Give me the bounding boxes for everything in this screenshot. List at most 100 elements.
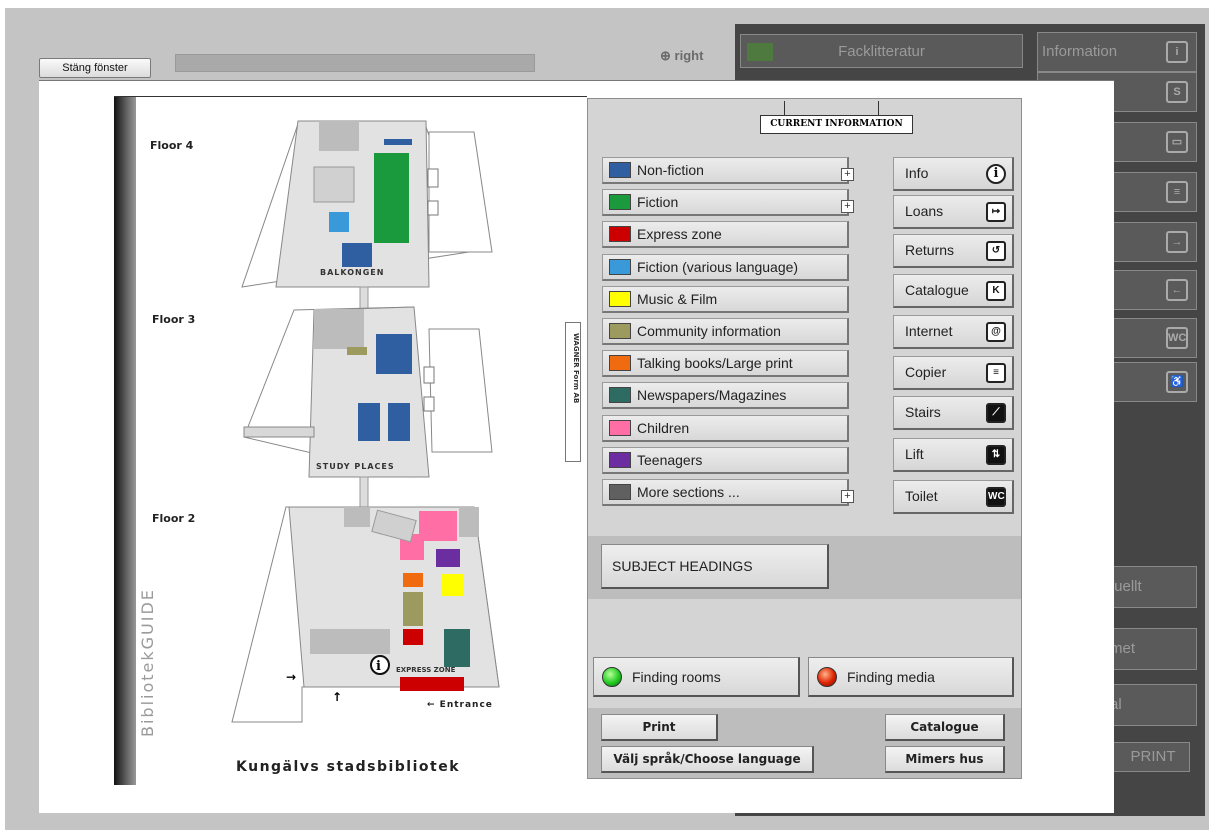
svg-text:↑: ↑ <box>332 690 342 704</box>
background-bar <box>175 54 535 72</box>
category-label: Non-fiction <box>637 162 704 178</box>
background-side-icon: i <box>1166 41 1188 63</box>
category-label: More sections ... <box>637 484 740 500</box>
category-label: Children <box>637 419 690 436</box>
current-information-label: CURRENT INFORMATION <box>760 115 913 134</box>
svg-text:← Entrance: ← Entrance <box>427 700 493 710</box>
vendor-label: WAGNER Form AB <box>565 322 581 462</box>
category-label: Community information <box>637 323 781 339</box>
connector-line <box>784 101 785 115</box>
background-top-label: Facklitteratur <box>838 43 925 60</box>
category-item[interactable]: Newspapers/Magazines <box>602 382 849 410</box>
background-side-icon: WC <box>1166 327 1188 349</box>
expand-plus-icon[interactable]: + <box>841 490 854 503</box>
background-lower-item[interactable]: al <box>1105 684 1197 726</box>
background-side-item[interactable]: Information i <box>1037 32 1197 72</box>
service-returns-button[interactable]: Returns ↺ <box>893 234 1014 268</box>
background-side-label: Information <box>1042 43 1118 60</box>
svg-text:→: → <box>286 670 296 684</box>
zoom-plus-icon: ⊕ <box>660 48 671 63</box>
category-item[interactable]: Express zone <box>602 221 849 249</box>
category-label: Talking books/Large print <box>637 355 793 372</box>
category-color-swatch <box>609 162 631 178</box>
category-item[interactable]: Music & Film <box>602 285 849 313</box>
info-panel: CURRENT INFORMATION Non-fiction + Fiction +… <box>587 98 1022 779</box>
expand-plus-icon[interactable]: + <box>841 200 854 214</box>
category-label: Newspapers/Magazines <box>637 387 787 404</box>
category-item[interactable]: Fiction + <box>602 189 854 217</box>
background-right-link[interactable]: ⊕ right <box>660 48 703 64</box>
category-color-swatch <box>609 258 631 275</box>
floor-3-plan: STUDY PLACES <box>243 306 493 478</box>
service-loans-button[interactable]: Loans ↦ <box>893 195 1014 229</box>
green-dot-icon <box>602 667 622 687</box>
choose-language-button[interactable]: Välj språk/Choose language <box>601 746 814 773</box>
lift-icon: ⇅ <box>986 445 1006 465</box>
service-label: Returns <box>905 242 955 258</box>
background-lower-item[interactable]: met <box>1105 628 1197 670</box>
returns-icon: ↺ <box>986 241 1006 261</box>
background-lower-item[interactable]: tuellt <box>1105 566 1197 608</box>
floor-2-plan: i EXPRESS ZONE ← Entrance → ↑ <box>231 506 500 723</box>
service-label: Catalogue <box>905 282 969 298</box>
category-color-swatch <box>609 484 631 500</box>
category-color-swatch <box>609 387 631 404</box>
close-window-button[interactable]: Stäng fönster <box>39 58 151 78</box>
category-label: Music & Film <box>637 290 718 307</box>
category-color-swatch <box>609 451 631 468</box>
copier-icon: ≡ <box>986 363 1006 383</box>
category-item[interactable]: Talking books/Large print <box>602 350 849 378</box>
category-color-swatch <box>609 419 631 436</box>
mimers-hus-button[interactable]: Mimers hus <box>885 746 1005 773</box>
background-side-icon: ≡ <box>1166 181 1188 203</box>
vendor-text: WAGNER Form AB <box>572 333 580 404</box>
connector-line <box>878 101 879 115</box>
category-color-swatch <box>609 290 631 307</box>
background-right-label: right <box>674 48 704 63</box>
service-label: Copier <box>905 364 947 380</box>
category-item[interactable]: Non-fiction + <box>602 157 854 184</box>
subject-headings-button[interactable]: SUBJECT HEADINGS <box>601 544 829 589</box>
category-label: Fiction (various language) <box>637 258 799 275</box>
background-side-icon: → <box>1166 231 1188 253</box>
info-point-icon: i <box>376 659 381 674</box>
background-top-button[interactable]: Facklitteratur <box>740 34 1023 68</box>
toilet-icon: WC <box>986 487 1006 507</box>
finding-rooms-button[interactable]: Finding rooms <box>593 657 800 697</box>
category-item[interactable]: Children <box>602 414 849 442</box>
category-color-swatch <box>609 194 631 211</box>
floor-4-plan: BALKONGEN <box>241 120 493 288</box>
service-copier-button[interactable]: Copier ≡ <box>893 356 1014 390</box>
service-stairs-button[interactable]: Stairs ⟋ <box>893 396 1014 430</box>
background-lower-item[interactable]: PRINT <box>1112 742 1190 772</box>
category-item[interactable]: Teenagers <box>602 446 849 474</box>
svg-text:EXPRESS ZONE: EXPRESS ZONE <box>396 666 456 674</box>
category-label: Teenagers <box>637 451 703 468</box>
svg-text:BALKONGEN: BALKONGEN <box>320 268 384 277</box>
category-item[interactable]: Community information <box>602 318 849 345</box>
expand-plus-icon[interactable]: + <box>841 168 854 181</box>
catalogue-button[interactable]: Catalogue <box>885 714 1005 741</box>
stairs-icon: ⟋ <box>986 403 1006 423</box>
floor-map: BibliotekGUIDE Floor 4 Floor 3 Floor 2 B… <box>114 96 587 785</box>
service-label: Loans <box>905 203 944 219</box>
service-lift-button[interactable]: Lift ⇅ <box>893 438 1014 472</box>
category-item[interactable]: Fiction (various language) <box>602 253 849 281</box>
service-label: Info <box>905 165 929 181</box>
service-toilet-button[interactable]: Toilet WC <box>893 480 1014 514</box>
info-icon: i <box>986 164 1006 184</box>
category-label: Fiction <box>637 194 679 211</box>
finding-media-button[interactable]: Finding media <box>808 657 1014 697</box>
floor-plan-drawing: BALKONGEN STUDY PLACES i EXPRESS ZONE ← … <box>231 120 500 723</box>
loans-icon: ↦ <box>986 202 1006 222</box>
category-color-swatch <box>609 226 631 243</box>
service-info-button[interactable]: Info i <box>893 157 1014 191</box>
finding-media-label: Finding media <box>847 669 935 685</box>
background-side-icon: ♿ <box>1166 371 1188 393</box>
background-side-icon: ▭ <box>1166 131 1188 153</box>
service-catalogue-button[interactable]: Catalogue K <box>893 274 1014 308</box>
service-internet-button[interactable]: Internet @ <box>893 315 1014 349</box>
print-button[interactable]: Print <box>601 714 718 741</box>
service-label: Toilet <box>905 488 938 504</box>
category-item[interactable]: More sections ... + <box>602 479 854 506</box>
